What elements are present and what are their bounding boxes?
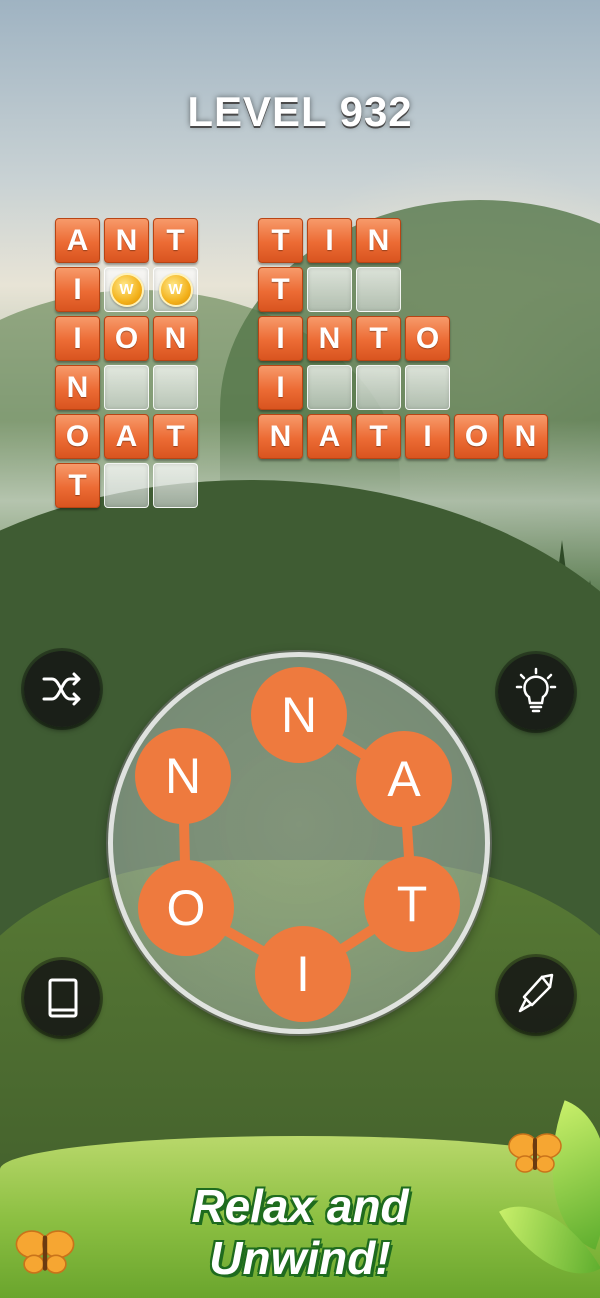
letter-tile: I — [55, 316, 100, 361]
wheel-letter[interactable]: T — [364, 856, 460, 952]
letter-tile: O — [55, 414, 100, 459]
empty-tile — [307, 267, 352, 312]
book-icon — [48, 978, 78, 1018]
wheel-letter[interactable]: N — [135, 728, 231, 824]
wheel-letter[interactable]: O — [138, 860, 234, 956]
letter-tile: O — [454, 414, 499, 459]
background-landscape — [0, 0, 600, 1298]
shuffle-button[interactable] — [24, 651, 100, 727]
letter-tile: T — [356, 316, 401, 361]
empty-tile — [104, 463, 149, 508]
empty-tile — [405, 365, 450, 410]
letter-wheel[interactable]: N A T I O N — [108, 652, 490, 1034]
hint-button[interactable] — [498, 654, 574, 730]
level-title: LEVEL 932 — [187, 88, 413, 135]
letter-tile: T — [153, 414, 198, 459]
letter-tile: T — [356, 414, 401, 459]
letter-tile: T — [258, 267, 303, 312]
coin-tile: W — [104, 267, 149, 312]
empty-tile — [104, 365, 149, 410]
letter-tile: N — [258, 414, 303, 459]
butterfly-icon — [508, 1133, 562, 1173]
rocket-button[interactable] — [498, 957, 574, 1033]
empty-tile — [356, 267, 401, 312]
coin-icon: W — [158, 272, 193, 307]
promo-line-1: Relax and — [191, 1180, 409, 1232]
letter-tile: N — [55, 365, 100, 410]
letter-tile: I — [307, 218, 352, 263]
empty-tile — [153, 463, 198, 508]
letter-tile: O — [104, 316, 149, 361]
letter-tile: O — [405, 316, 450, 361]
lightbulb-icon — [515, 667, 557, 713]
letter-tile: T — [258, 218, 303, 263]
letter-tile: N — [307, 316, 352, 361]
letter-tile: I — [55, 267, 100, 312]
letter-tile: T — [153, 218, 198, 263]
letter-tile: N — [153, 316, 198, 361]
coin-icon: W — [109, 272, 144, 307]
letter-tile: A — [307, 414, 352, 459]
letter-tile: I — [258, 365, 303, 410]
wheel-letter[interactable]: A — [356, 731, 452, 827]
empty-tile — [153, 365, 198, 410]
letter-tile: N — [104, 218, 149, 263]
letter-tile: N — [503, 414, 548, 459]
empty-tile — [307, 365, 352, 410]
letter-tile: T — [55, 463, 100, 508]
promo-text: Relax and Unwind! — [0, 1180, 600, 1284]
empty-tile — [356, 365, 401, 410]
letter-tile: I — [258, 316, 303, 361]
wheel-letter[interactable]: I — [255, 926, 351, 1022]
letter-tile: N — [356, 218, 401, 263]
shuffle-icon — [42, 672, 81, 706]
promo-line-2: Unwind! — [209, 1232, 391, 1284]
rocket-icon — [518, 973, 554, 1013]
letter-tile: I — [405, 414, 450, 459]
coin-tile: W — [153, 267, 198, 312]
letter-tile: A — [104, 414, 149, 459]
wheel-letter[interactable]: N — [251, 667, 347, 763]
dictionary-button[interactable] — [24, 960, 100, 1036]
letter-tile: A — [55, 218, 100, 263]
